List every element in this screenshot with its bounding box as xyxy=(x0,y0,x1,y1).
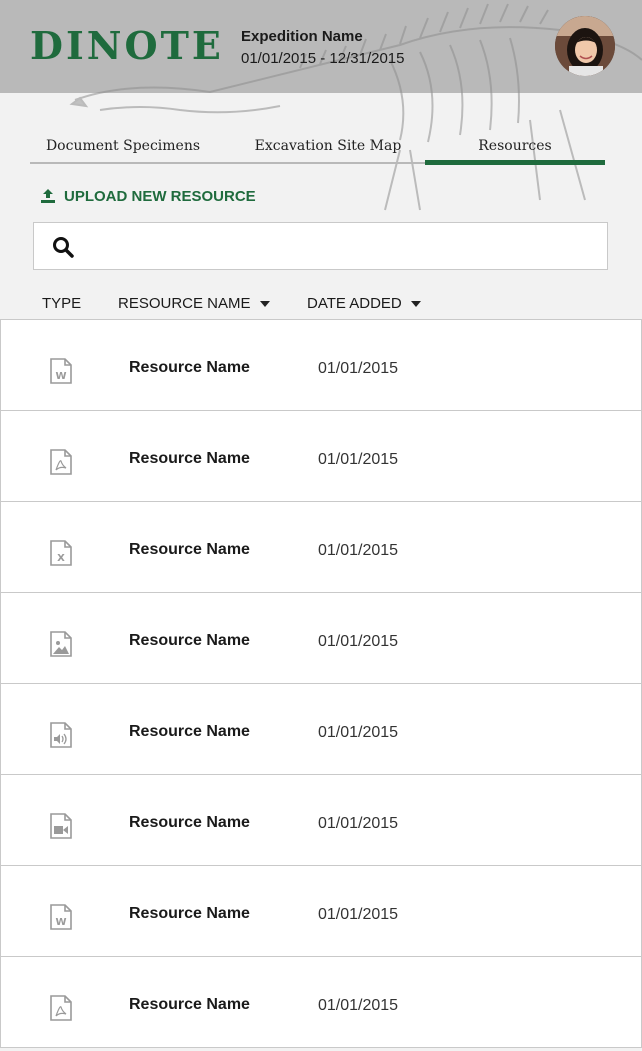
resource-row[interactable]: Resource Name 01/01/2015 xyxy=(0,410,642,501)
upload-label: UPLOAD NEW RESOURCE xyxy=(64,187,256,205)
resource-list: W Resource Name 01/01/2015 Resource Name… xyxy=(0,319,642,1048)
resource-date: 01/01/2015 xyxy=(318,906,399,923)
resource-date: 01/01/2015 xyxy=(318,360,399,377)
tab-document-specimens[interactable]: Document Specimens xyxy=(30,130,216,163)
svg-text:X: X xyxy=(57,553,65,564)
search-icon xyxy=(53,237,74,258)
tab-resources[interactable]: Resources xyxy=(425,130,605,163)
column-header-resource-name[interactable]: RESOURCE NAME xyxy=(118,295,270,312)
expedition-dates: 01/01/2015 - 12/31/2015 xyxy=(241,50,405,67)
pdf-document-icon xyxy=(50,449,72,475)
dinote-logo[interactable]: DINOTE xyxy=(30,22,224,70)
resource-date: 01/01/2015 xyxy=(318,724,399,741)
user-avatar[interactable] xyxy=(555,16,615,76)
resource-date: 01/01/2015 xyxy=(318,815,399,832)
column-header-type: TYPE xyxy=(42,295,81,312)
tab-excavation-site-map[interactable]: Excavation Site Map xyxy=(235,130,421,163)
resource-name[interactable]: Resource Name xyxy=(129,632,250,650)
audio-file-icon xyxy=(50,722,72,748)
resource-row[interactable]: Resource Name 01/01/2015 xyxy=(0,683,642,774)
resource-row[interactable]: Resource Name 01/01/2015 xyxy=(0,592,642,683)
sort-caret-down-icon xyxy=(259,300,270,307)
svg-text:W: W xyxy=(55,917,66,928)
search-input[interactable] xyxy=(94,231,598,263)
tab-active-indicator xyxy=(425,160,605,165)
resource-name[interactable]: Resource Name xyxy=(129,359,250,377)
resource-row[interactable]: W Resource Name 01/01/2015 xyxy=(0,865,642,956)
expedition-name: Expedition Name xyxy=(241,28,363,45)
resource-name[interactable]: Resource Name xyxy=(129,723,250,741)
resource-name[interactable]: Resource Name xyxy=(129,905,250,923)
upload-new-resource-button[interactable]: UPLOAD NEW RESOURCE xyxy=(40,184,256,208)
word-document-icon: W xyxy=(50,904,72,930)
resource-date: 01/01/2015 xyxy=(318,633,399,650)
resource-row[interactable]: Resource Name 01/01/2015 xyxy=(0,956,642,1048)
column-header-date-added[interactable]: DATE ADDED xyxy=(307,295,421,312)
resource-row[interactable]: X Resource Name 01/01/2015 xyxy=(0,501,642,592)
avatar-portrait-icon xyxy=(555,16,615,76)
resource-date: 01/01/2015 xyxy=(318,542,399,559)
resource-name[interactable]: Resource Name xyxy=(129,450,250,468)
resource-row[interactable]: Resource Name 01/01/2015 xyxy=(0,774,642,865)
resource-tabs: Document Specimens Excavation Site Map R… xyxy=(30,130,605,166)
excel-document-icon: X xyxy=(50,540,72,566)
resource-date: 01/01/2015 xyxy=(318,451,399,468)
resource-name[interactable]: Resource Name xyxy=(129,814,250,832)
resource-name[interactable]: Resource Name xyxy=(129,996,250,1014)
image-file-icon xyxy=(50,631,72,657)
resource-row[interactable]: W Resource Name 01/01/2015 xyxy=(0,319,642,410)
pdf-document-icon xyxy=(50,995,72,1021)
resource-date: 01/01/2015 xyxy=(318,997,399,1014)
column-resource-name-label: RESOURCE NAME xyxy=(118,295,251,312)
video-file-icon xyxy=(50,813,72,839)
search-box[interactable] xyxy=(33,222,608,270)
sort-caret-down-icon xyxy=(410,300,421,307)
resource-name[interactable]: Resource Name xyxy=(129,541,250,559)
upload-icon xyxy=(41,189,55,203)
column-type-label: TYPE xyxy=(42,295,82,312)
column-date-added-label: DATE ADDED xyxy=(307,295,402,312)
word-document-icon: W xyxy=(50,358,72,384)
svg-text:W: W xyxy=(55,371,66,382)
